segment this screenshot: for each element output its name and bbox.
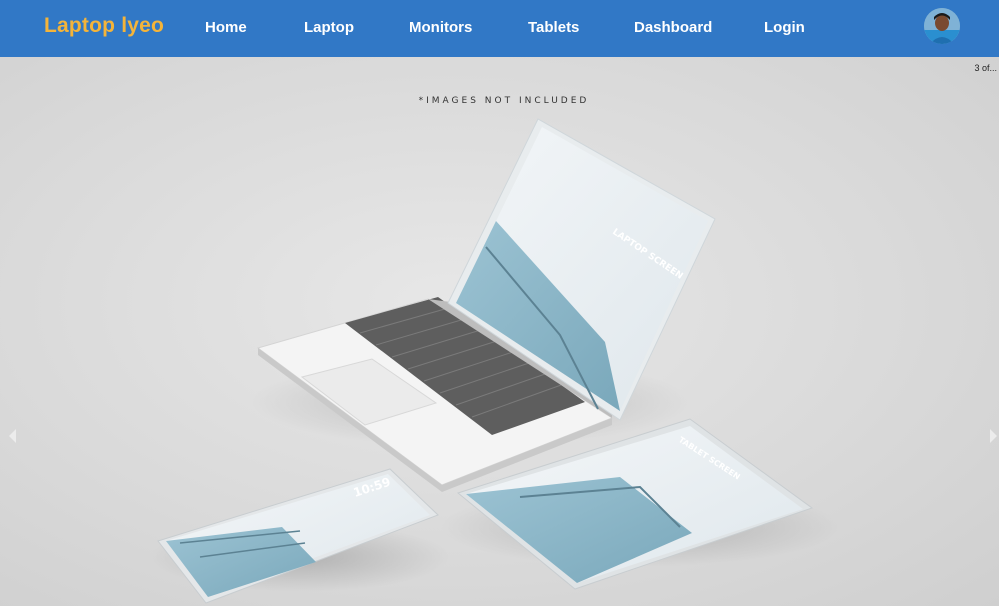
nav-link-login[interactable]: Login — [764, 19, 805, 36]
nav-link-monitors[interactable]: Monitors — [409, 19, 472, 36]
top-navbar: Laptop lyeo Home Laptop Monitors Tablets… — [0, 0, 999, 57]
slide-counter: 3 of... — [974, 63, 997, 73]
slide-caption: *IMAGES NOT INCLUDED — [419, 96, 590, 106]
chevron-left-icon[interactable] — [9, 429, 16, 443]
nav-link-tablets[interactable]: Tablets — [528, 19, 579, 36]
avatar-photo — [924, 8, 960, 44]
user-avatar[interactable] — [924, 8, 960, 44]
brand-logo[interactable]: Laptop lyeo — [44, 14, 164, 38]
chevron-right-icon[interactable] — [990, 429, 997, 443]
nav-link-dashboard[interactable]: Dashboard — [634, 19, 712, 36]
nav-link-home[interactable]: Home — [205, 19, 247, 36]
devices-mockup-image: LAPTOP SCREEN TABLET SCREEN 10:59 *IMAGE… — [150, 96, 840, 604]
nav-link-laptop[interactable]: Laptop — [304, 19, 354, 36]
product-carousel: LAPTOP SCREEN TABLET SCREEN 10:59 *IMAGE… — [0, 57, 999, 606]
